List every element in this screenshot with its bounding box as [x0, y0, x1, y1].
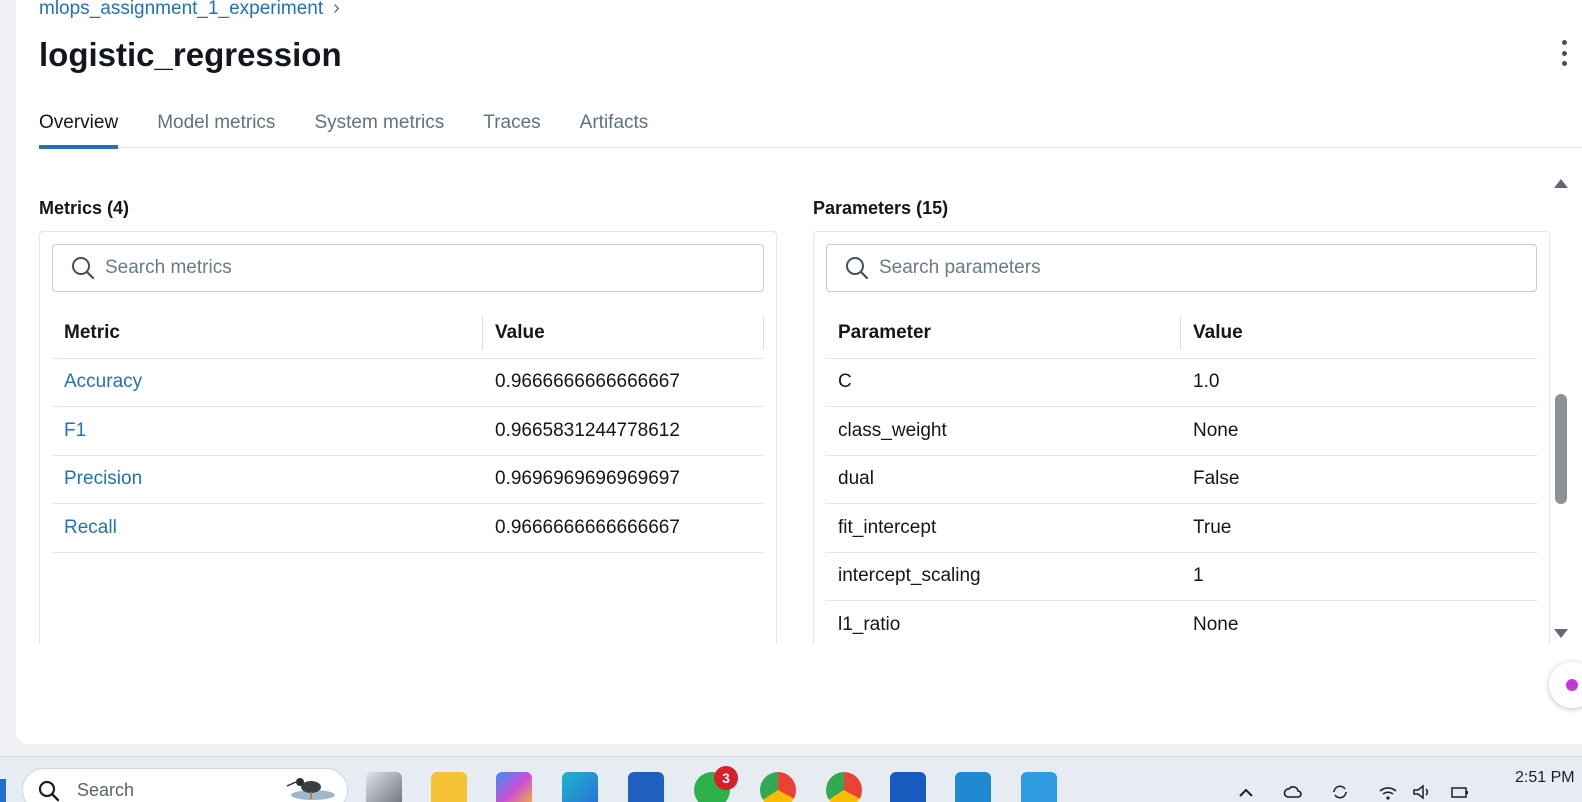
copilot-icon[interactable]: [496, 772, 532, 802]
microsoft-store-icon[interactable]: [628, 772, 664, 802]
parameter-value: False: [1181, 455, 1537, 504]
metric-link[interactable]: F1: [52, 406, 483, 456]
parameter-value: None: [1181, 600, 1537, 644]
search-icon: [846, 257, 869, 280]
table-row: intercept_scaling 1: [826, 552, 1537, 601]
table-header-row: Metric Value: [52, 308, 764, 359]
parameter-value: True: [1181, 503, 1537, 553]
chevron-up-icon[interactable]: [1236, 783, 1256, 801]
metric-link[interactable]: Accuracy: [52, 358, 483, 407]
sync-icon[interactable]: [1330, 783, 1350, 801]
metric-link[interactable]: Precision: [52, 455, 483, 504]
table-row: Recall 0.9666666666666667: [52, 503, 764, 553]
column-header-value[interactable]: Value: [483, 308, 764, 359]
scroll-up-arrow-icon[interactable]: [1554, 179, 1568, 188]
taskbar-search-label: Search: [77, 780, 135, 800]
vscode-icon[interactable]: [955, 772, 991, 802]
metrics-section-title: Metrics (4): [39, 198, 130, 218]
edge-icon[interactable]: [562, 772, 598, 802]
tab-traces[interactable]: Traces: [483, 104, 540, 148]
parameter-name: l1_ratio: [826, 600, 1181, 644]
search-icon: [38, 780, 60, 802]
parameters-section-title: Parameters (15): [813, 198, 949, 218]
page-scrollbar[interactable]: [1552, 172, 1568, 642]
tab-system-metrics[interactable]: System metrics: [314, 104, 444, 148]
page-title: logistic_regression: [39, 36, 342, 73]
metric-value: 0.9666666666666667: [483, 503, 764, 553]
chevron-right-icon: ›: [333, 0, 340, 19]
parameters-panel: Parameter Value C 1.0 class_weight None …: [813, 231, 1550, 644]
chrome-profile-2-icon[interactable]: [826, 772, 862, 802]
task-view-icon[interactable]: [366, 772, 402, 802]
chrome-profile-1-icon[interactable]: [760, 772, 796, 802]
tab-bar: Overview Model metrics System metrics Tr…: [39, 104, 1582, 149]
tab-overview[interactable]: Overview: [39, 104, 119, 149]
parameters-search-box[interactable]: [826, 244, 1537, 292]
table-row: fit_intercept True: [826, 503, 1537, 553]
metric-link[interactable]: Recall: [52, 503, 483, 553]
volume-icon[interactable]: [1412, 783, 1432, 801]
start-icon[interactable]: [0, 779, 6, 802]
parameters-search-input[interactable]: [879, 257, 1536, 279]
metric-value: 0.9666666666666667: [483, 358, 764, 407]
parameter-name: fit_intercept: [826, 503, 1181, 553]
taskbar-search-box[interactable]: Search: [22, 768, 348, 802]
taskbar: Search 3 2:51 PM: [0, 756, 1582, 802]
breadcrumb-experiment-link[interactable]: mlops_assignment_1_experiment: [39, 0, 323, 20]
metric-value: 0.9665831244778612: [483, 406, 764, 456]
parameter-name: dual: [826, 455, 1181, 504]
parameter-name: intercept_scaling: [826, 552, 1181, 601]
parameter-value: 1: [1181, 552, 1537, 601]
parameter-name: C: [826, 358, 1181, 407]
metrics-search-box[interactable]: [52, 244, 764, 292]
cloud-icon[interactable]: [1283, 783, 1303, 801]
battery-icon[interactable]: [1450, 783, 1470, 801]
breadcrumb: mlops_assignment_1_experiment ›: [39, 0, 340, 20]
taskbar-clock[interactable]: 2:51 PM: [1515, 769, 1575, 787]
scroll-down-arrow-icon[interactable]: [1554, 629, 1568, 638]
parameters-table: Parameter Value C 1.0 class_weight None …: [826, 308, 1537, 644]
parameter-value: 1.0: [1181, 358, 1537, 407]
table-row: Accuracy 0.9666666666666667: [52, 358, 764, 407]
table-row: C 1.0: [826, 358, 1537, 407]
metrics-panel: Metric Value Accuracy 0.9666666666666667…: [39, 231, 777, 644]
table-row: l1_ratio None: [826, 600, 1537, 644]
column-header-parameter[interactable]: Parameter: [826, 308, 1181, 359]
wifi-icon[interactable]: [1378, 783, 1398, 801]
file-explorer-icon[interactable]: [431, 772, 467, 802]
table-row: class_weight None: [826, 406, 1537, 456]
word-icon[interactable]: [890, 772, 926, 802]
parameter-name: class_weight: [826, 406, 1181, 456]
search-icon: [72, 257, 95, 280]
scrollbar-thumb[interactable]: [1555, 394, 1567, 504]
run-page: mlops_assignment_1_experiment › logistic…: [16, 0, 1582, 744]
table-row: F1 0.9665831244778612: [52, 406, 764, 456]
bird-highlight-icon: [286, 778, 335, 800]
table-header-row: Parameter Value: [826, 308, 1537, 359]
assistant-icon: [1566, 679, 1578, 691]
parameter-value: None: [1181, 406, 1537, 456]
notification-badge: 3: [714, 766, 738, 790]
metrics-search-input[interactable]: [105, 257, 763, 279]
metrics-table: Metric Value Accuracy 0.9666666666666667…: [52, 308, 764, 553]
more-options-icon[interactable]: [1558, 40, 1570, 66]
table-row: Precision 0.9696969696969697: [52, 455, 764, 504]
table-row: dual False: [826, 455, 1537, 504]
tab-model-metrics[interactable]: Model metrics: [157, 104, 275, 148]
column-header-value[interactable]: Value: [1181, 308, 1537, 359]
tab-artifacts[interactable]: Artifacts: [580, 104, 649, 148]
column-header-metric[interactable]: Metric: [52, 308, 483, 359]
metric-value: 0.9696969696969697: [483, 455, 764, 504]
notepad-icon[interactable]: [1021, 772, 1057, 802]
